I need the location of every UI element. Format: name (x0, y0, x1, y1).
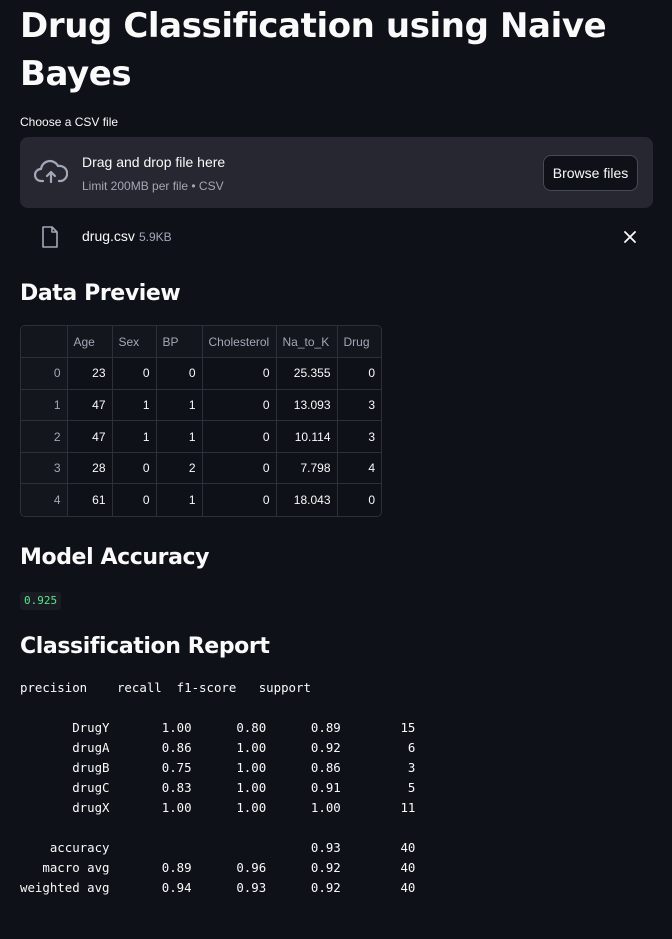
row-index: 3 (21, 452, 68, 485)
table-cell[interactable]: 0 (337, 484, 381, 516)
dropzone-instructions: Drag and drop file here (82, 154, 226, 170)
row-index: 2 (21, 420, 68, 453)
table-cell[interactable]: 47 (67, 420, 113, 453)
row-index: 4 (21, 483, 68, 516)
cloud-upload-icon (34, 159, 68, 184)
row-index: 1 (21, 389, 68, 422)
column-header-age[interactable]: Age (67, 326, 113, 359)
close-icon[interactable] (623, 230, 637, 244)
model-accuracy-heading: Model Accuracy (20, 545, 210, 570)
uploaded-file: drug.csv 5.9KB (20, 222, 653, 252)
table-cell[interactable]: 1 (112, 420, 157, 453)
table-cell[interactable]: 28 (67, 452, 113, 485)
table-cell[interactable]: 0 (202, 357, 277, 390)
file-dropzone[interactable]: Drag and drop file here Limit 200MB per … (20, 137, 653, 208)
column-header-cholesterol[interactable]: Cholesterol (202, 326, 277, 359)
data-preview-table[interactable]: Age Sex BP Cholesterol Na_to_K Drug 0 23… (20, 325, 382, 517)
table-cell[interactable]: 13.093 (276, 389, 338, 422)
table-row: 1 47 1 1 0 13.093 3 (21, 389, 381, 422)
file-icon (42, 226, 58, 248)
classification-report-heading: Classification Report (20, 634, 270, 659)
table-cell[interactable]: 23 (67, 357, 113, 390)
page-title: Drug Classification using Naive Bayes (20, 6, 607, 94)
accuracy-value: 0.925 (20, 592, 62, 610)
table-cell[interactable]: 7.798 (276, 452, 338, 485)
table-row: 3 28 0 2 0 7.798 4 (21, 452, 381, 485)
dropzone-limit-text: Limit 200MB per file • CSV (82, 179, 224, 193)
table-cell[interactable]: 0 (337, 357, 381, 390)
row-index: 0 (21, 357, 68, 390)
table-cell[interactable]: 47 (67, 389, 113, 422)
column-header-drug[interactable]: Drug (337, 326, 381, 359)
table-cell[interactable]: 25.355 (276, 357, 338, 390)
table-cell[interactable]: 1 (112, 389, 157, 422)
table-cell[interactable]: 3 (337, 389, 381, 422)
table-cell[interactable]: 0 (202, 420, 277, 453)
table-cell[interactable]: 0 (202, 483, 277, 516)
table-row: 2 47 1 1 0 10.114 3 (21, 420, 381, 453)
table-cell[interactable]: 0 (202, 452, 277, 485)
data-preview-heading: Data Preview (20, 281, 181, 306)
table-cell[interactable]: 4 (337, 452, 381, 485)
table-cell[interactable]: 1 (156, 420, 203, 453)
column-header-bp[interactable]: BP (156, 326, 203, 359)
table-cell[interactable]: 0 (112, 483, 157, 516)
column-header-sex[interactable]: Sex (112, 326, 157, 359)
table-cell[interactable]: 1 (156, 389, 203, 422)
table-cell[interactable]: 18.043 (276, 483, 338, 516)
table-row: 4 61 0 1 0 18.043 0 (21, 483, 381, 516)
table-cell[interactable]: 10.114 (276, 420, 338, 453)
uploaded-file-name: drug.csv (82, 228, 135, 244)
table-cell[interactable]: 0 (202, 389, 277, 422)
table-cell[interactable]: 2 (156, 452, 203, 485)
column-header-na-to-k[interactable]: Na_to_K (276, 326, 338, 359)
table-cell[interactable]: 0 (156, 357, 203, 390)
uploaded-file-size: 5.9KB (139, 230, 172, 244)
classification-report-text: precision recall f1-score support DrugY … (20, 680, 416, 895)
table-cell[interactable]: 1 (156, 483, 203, 516)
table-row: 0 23 0 0 0 25.355 0 (21, 357, 381, 390)
column-header-index[interactable] (21, 326, 68, 359)
table-cell[interactable]: 3 (337, 420, 381, 453)
table-cell[interactable]: 0 (112, 357, 157, 390)
file-uploader-label: Choose a CSV file (20, 115, 119, 129)
table-cell[interactable]: 61 (67, 483, 113, 516)
browse-files-button[interactable]: Browse files (543, 155, 638, 191)
table-cell[interactable]: 0 (112, 452, 157, 485)
app-page: Drug Classification using Naive Bayes Ch… (0, 0, 672, 939)
